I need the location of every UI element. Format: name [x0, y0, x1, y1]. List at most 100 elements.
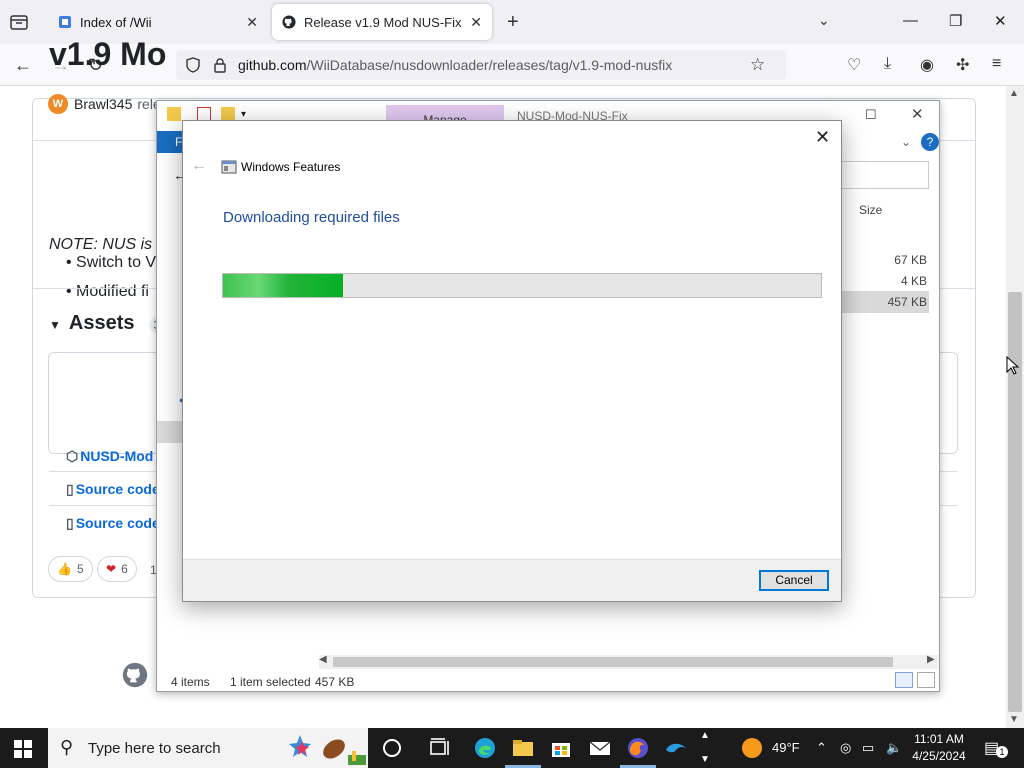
lock-icon[interactable] — [213, 57, 227, 73]
release-author: W Brawl345 rele — [48, 94, 161, 114]
cancel-button[interactable]: Cancel — [759, 570, 829, 591]
mouse-cursor-icon — [1006, 356, 1020, 375]
notification-count: 1 — [996, 746, 1008, 758]
minimize-icon[interactable]: — — [903, 12, 918, 29]
page-icon — [59, 16, 71, 28]
list-all-tabs-icon[interactable]: ⌄ — [818, 12, 830, 29]
scroll-left-icon[interactable]: ◀ — [319, 654, 327, 665]
github-logo-icon[interactable] — [122, 662, 148, 688]
tab-title: Release v1.9 Mod NUS-Fix · WiiDatabase/n… — [304, 14, 464, 30]
help-icon[interactable]: ? — [921, 133, 939, 151]
taskbar: ⚲ Type here to search ▲ ▼ 49°F ⌃ ◎ ▭ 🔈 1… — [0, 728, 1024, 768]
file-zip-icon: ▯ — [66, 515, 74, 531]
search-placeholder: Type here to search — [88, 740, 221, 757]
bullet-text: Modified fi — [76, 283, 149, 300]
dolphin-emulator-icon[interactable] — [664, 736, 688, 760]
github-icon — [282, 15, 296, 29]
chevron-down-icon[interactable]: ⌄ — [901, 135, 911, 149]
weather-sun-icon[interactable] — [742, 738, 762, 758]
status-heading: Downloading required files — [223, 209, 400, 226]
file-size: 4 KB — [900, 274, 927, 288]
scroll-down-icon[interactable]: ▼ — [1009, 714, 1019, 725]
firefox-icon[interactable] — [626, 736, 650, 760]
clock-time: 11:01 AM — [914, 732, 964, 746]
clock-date: 4/25/2024 — [912, 749, 966, 763]
shield-icon[interactable] — [185, 57, 201, 73]
taskbar-scroll-down-icon[interactable]: ▼ — [700, 754, 710, 765]
thumbs-up-icon: 👍 — [57, 562, 72, 576]
windows-start-icon[interactable] — [14, 740, 32, 758]
microsoft-store-icon[interactable] — [549, 736, 573, 760]
reaction-count: 6 — [121, 562, 128, 576]
taskbar-search-box[interactable]: ⚲ Type here to search — [48, 728, 368, 768]
column-header-size[interactable]: Size — [859, 203, 882, 217]
details-view-icon[interactable] — [895, 672, 913, 688]
task-view-icon[interactable] — [428, 736, 452, 760]
mail-icon[interactable] — [588, 736, 612, 760]
reaction-heart[interactable]: ❤ 6 — [97, 556, 137, 582]
taskbar-scroll-up-icon[interactable]: ▲ — [700, 730, 710, 741]
download-progress-bar — [222, 273, 822, 298]
large-icons-view-icon[interactable] — [917, 672, 935, 688]
new-folder-icon[interactable] — [221, 107, 235, 121]
folder-icon — [167, 107, 181, 121]
progress-fill — [223, 274, 343, 297]
assets-heading[interactable]: ▼Assets3 — [49, 312, 166, 335]
bullet-text: Switch to V — [76, 254, 157, 271]
heart-icon: ❤ — [106, 562, 117, 576]
scrollbar-thumb[interactable] — [1008, 292, 1022, 712]
network-icon[interactable]: ▭ — [862, 740, 874, 756]
extensions-icon[interactable]: ✣ — [956, 55, 969, 75]
search-highlight-art-icon — [289, 735, 366, 765]
maximize-icon[interactable]: ☐ — [865, 107, 877, 123]
tab-release-page[interactable]: Release v1.9 Mod NUS-Fix · WiiDatabase/n… — [272, 4, 492, 40]
system-clock[interactable]: 11:01 AM 4/25/2024 — [904, 731, 974, 765]
account-icon[interactable]: ◉ — [920, 55, 934, 75]
close-window-icon[interactable]: ✕ — [911, 105, 924, 123]
properties-icon[interactable] — [197, 107, 211, 121]
back-arrow-icon: ← — [191, 157, 207, 174]
close-tab-icon[interactable]: ✕ — [470, 14, 482, 31]
file-zip-icon: ▯ — [66, 481, 74, 497]
tab-index-of-wii[interactable]: Index of /Wii ✕ — [48, 4, 268, 40]
reaction-thumbs-up[interactable]: 👍 5 — [48, 556, 93, 582]
scroll-right-icon[interactable]: ▶ — [927, 654, 935, 665]
tab-list-icon[interactable] — [9, 12, 29, 32]
show-hidden-icons-icon[interactable]: ⌃ — [816, 740, 827, 756]
file-ribbon-tab[interactable]: Fi — [157, 131, 185, 153]
asset-link[interactable]: ⬡ NUSD-Mod — [66, 448, 153, 465]
asset-link[interactable]: ▯ Source code — [66, 515, 160, 532]
horizontal-scrollbar-thumb[interactable] — [333, 657, 893, 667]
back-icon[interactable]: ← — [14, 55, 32, 76]
asset-link[interactable]: ▯ Source code — [66, 481, 160, 498]
reaction-count: 5 — [76, 562, 84, 576]
author-link[interactable]: Brawl345 — [74, 96, 132, 112]
close-icon[interactable]: ✕ — [815, 127, 830, 148]
pocket-icon[interactable]: ♡ — [847, 55, 861, 75]
close-tab-icon[interactable]: ✕ — [246, 14, 258, 31]
file-explorer-icon[interactable] — [511, 736, 535, 760]
meet-now-icon[interactable]: ◎ — [840, 740, 851, 756]
search-input[interactable] — [841, 161, 929, 189]
address-bar[interactable]: github.com/WiiDatabase/nusdownloader/rel… — [176, 50, 786, 80]
new-tab-button[interactable]: + — [507, 11, 519, 34]
bookmark-star-icon[interactable]: ☆ — [750, 55, 765, 75]
triangle-down-icon: ▼ — [49, 318, 61, 332]
avatar[interactable]: W — [48, 94, 68, 114]
restore-icon[interactable]: ❐ — [949, 12, 962, 30]
nav-pane-selected-item[interactable] — [157, 421, 183, 443]
close-window-icon[interactable]: ✕ — [994, 12, 1007, 30]
edge-icon[interactable] — [473, 736, 497, 760]
weather-temperature[interactable]: 49°F — [772, 740, 800, 755]
asset-name: NUSD-Mod — [80, 448, 154, 464]
scroll-up-icon[interactable]: ▲ — [1009, 88, 1019, 99]
quick-access-dropdown-icon[interactable]: ▾ — [241, 109, 246, 120]
status-selected: 1 item selected — [230, 675, 311, 689]
download-icon[interactable]: ⤓ — [884, 55, 891, 73]
menu-icon[interactable]: ≡ — [992, 55, 1001, 73]
volume-muted-icon[interactable]: 🔈 — [886, 740, 902, 756]
release-note: NOTE: NUS is b — [49, 236, 166, 253]
cortana-icon[interactable] — [380, 736, 404, 760]
url-text: github.com/WiiDatabase/nusdownloader/rel… — [238, 57, 672, 73]
url-path: /WiiDatabase/nusdownloader/releases/tag/… — [306, 57, 673, 73]
